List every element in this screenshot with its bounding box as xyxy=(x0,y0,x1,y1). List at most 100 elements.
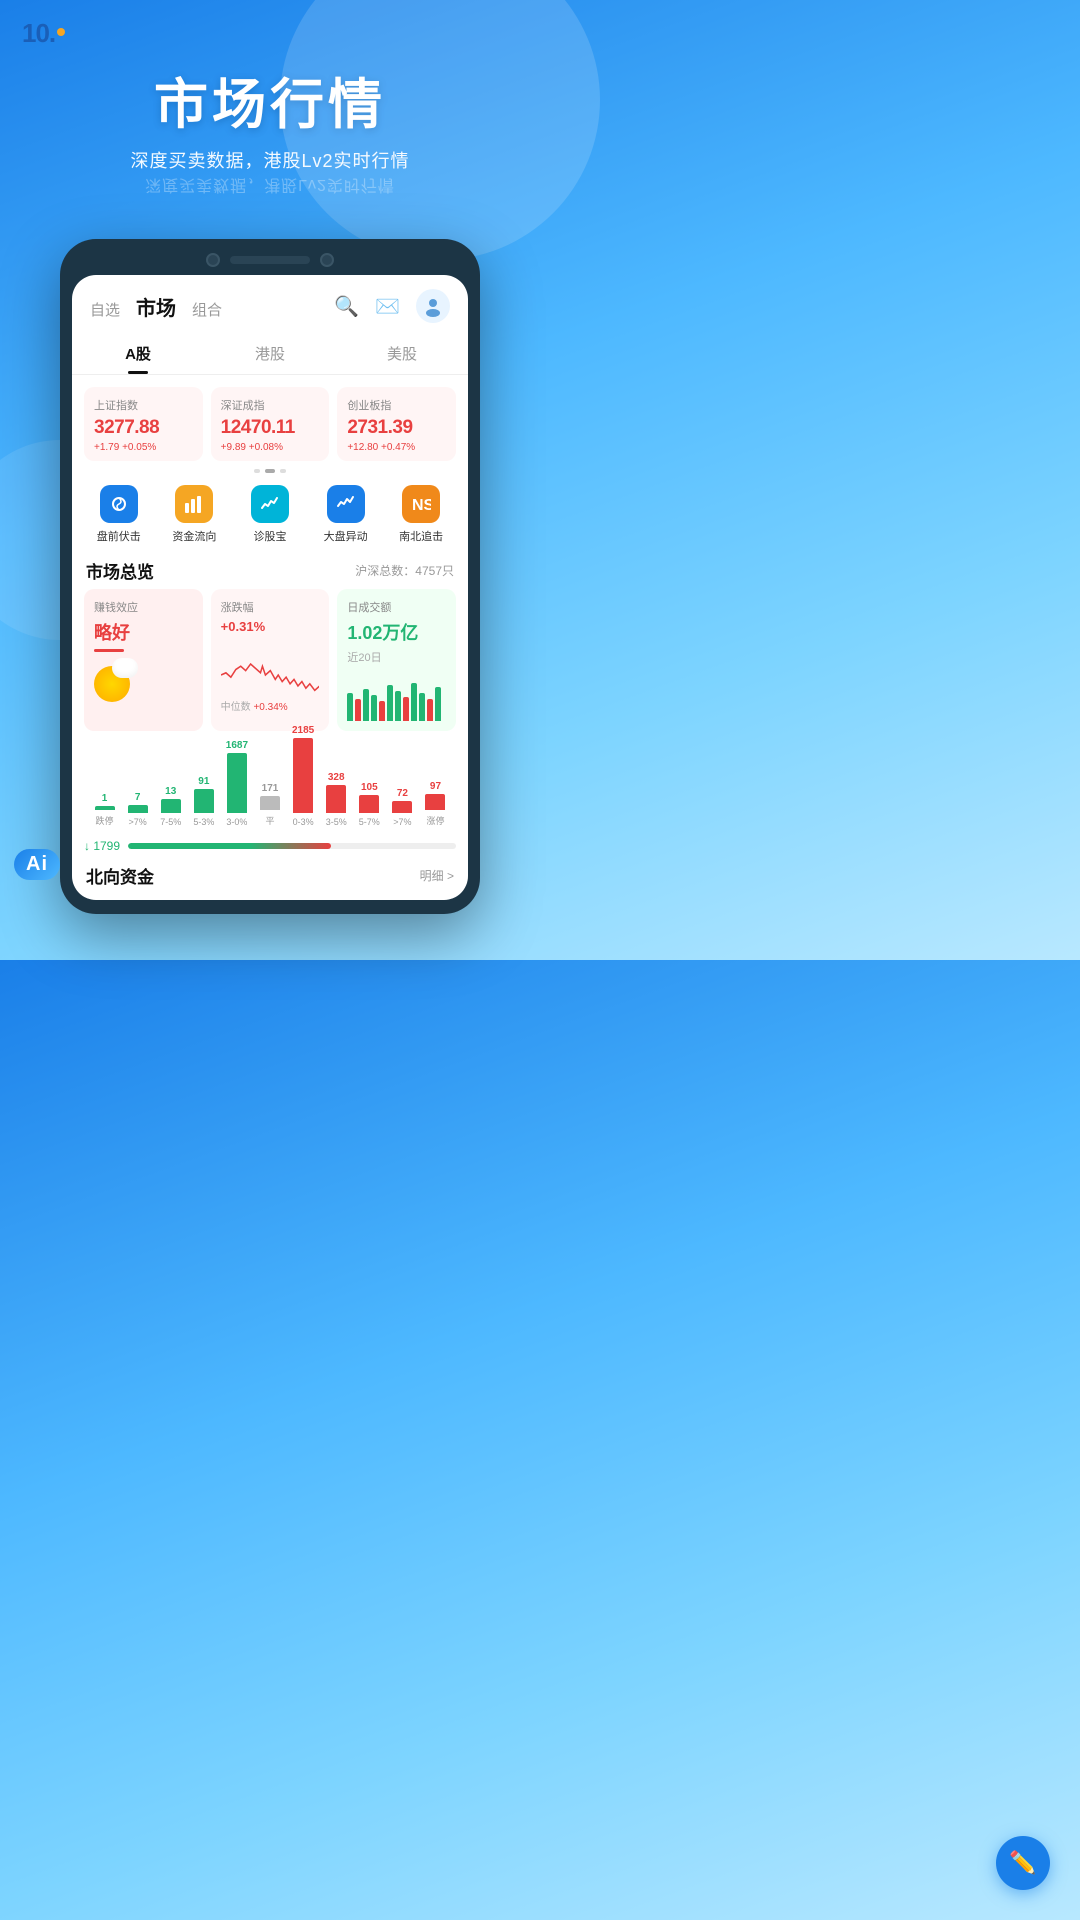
index-card-2[interactable]: 创业板指 2731.39 +12.80 +0.47% xyxy=(337,387,456,461)
dot-1 xyxy=(254,469,260,473)
fab-button[interactable]: ✏️ xyxy=(996,1836,1050,1890)
market-tabs: A股 港股 美股 xyxy=(72,333,468,375)
progress-down-value: ↓ 1799 xyxy=(84,839,120,853)
dist-num: 2185 xyxy=(292,725,314,736)
north-link[interactable]: 明细 > xyxy=(420,867,454,884)
qa-label-3: 大盘异动 xyxy=(324,528,368,544)
ov-card-volume-label: 日成交额 xyxy=(347,599,446,615)
index-value-1: 12470.11 xyxy=(221,417,320,439)
mini-line-chart xyxy=(221,642,320,697)
search-icon[interactable]: 🔍 xyxy=(334,294,359,319)
index-cards: 上证指数 3277.88 +1.79 +0.05% 深证成指 12470.11 … xyxy=(72,375,468,461)
index-name-0: 上证指数 xyxy=(94,397,193,413)
overview-cards: 赚钱效应 略好 涨跌幅 +0.31% xyxy=(72,589,468,739)
dist-num: 72 xyxy=(397,788,408,799)
dist-bar xyxy=(227,753,247,813)
qa-icon-2 xyxy=(251,485,289,523)
dist-bar xyxy=(392,801,412,813)
quick-actions: 盘前伏击 资金流向 xyxy=(72,477,468,548)
speaker-bar xyxy=(230,256,310,264)
qa-label-1: 资金流向 xyxy=(172,528,216,544)
dist-label: >7% xyxy=(129,817,147,827)
mail-icon[interactable]: ✉️ xyxy=(375,294,400,319)
dist-col: 1687 3-0% xyxy=(220,740,253,827)
qa-icon-3 xyxy=(327,485,365,523)
tab-watchlist[interactable]: 自选 xyxy=(90,299,120,320)
dist-label: >7% xyxy=(393,817,411,827)
ov-card-volume[interactable]: 日成交额 1.02万亿 近20日 xyxy=(337,589,456,731)
dist-num: 7 xyxy=(135,792,141,803)
dist-bar xyxy=(260,796,280,810)
dist-bar xyxy=(425,794,445,810)
header-icons: 🔍 ✉️ xyxy=(334,289,450,323)
dist-num: 1687 xyxy=(226,740,248,751)
dist-bar xyxy=(326,785,346,813)
index-value-0: 3277.88 xyxy=(94,417,193,439)
dist-num: 105 xyxy=(361,782,378,793)
ov-card-volume-sub: 近20日 xyxy=(347,649,446,665)
svg-text:NS: NS xyxy=(412,497,431,514)
tab-us-shares[interactable]: 美股 xyxy=(336,333,468,374)
progress-row: ↓ 1799 xyxy=(84,839,456,853)
index-value-2: 2731.39 xyxy=(347,417,446,439)
phone-screen: 自选 市场 组合 🔍 ✉️ A股 xyxy=(72,275,468,900)
dist-label: 7-5% xyxy=(160,817,181,827)
phone-notch xyxy=(72,253,468,267)
dist-bar xyxy=(359,795,379,813)
ov-card-mood-label: 赚钱效应 xyxy=(94,599,193,615)
avatar[interactable] xyxy=(416,289,450,323)
qa-label-2: 诊股宝 xyxy=(253,528,286,544)
index-change-2: +12.80 +0.47% xyxy=(347,442,446,453)
bar-chart-mini xyxy=(347,671,446,721)
dist-num: 171 xyxy=(262,783,279,794)
dist-col: 13 7-5% xyxy=(154,786,187,827)
dist-col: 171平 xyxy=(253,783,286,827)
nav-tabs-left: 自选 市场 组合 xyxy=(90,292,222,321)
dist-bars: 1跌停7>7%137-5%915-3%16873-0%171平21850-3%3… xyxy=(84,747,456,827)
progress-bar-fill xyxy=(128,843,331,849)
ov-card-mood[interactable]: 赚钱效应 略好 xyxy=(84,589,203,731)
qa-item-4[interactable]: NS 南北追击 xyxy=(386,485,456,544)
front-camera-right xyxy=(320,253,334,267)
dist-label: 3-5% xyxy=(326,817,347,827)
dist-col: 21850-3% xyxy=(287,725,320,827)
ov-card-change[interactable]: 涨跌幅 +0.31% 中位数 +0.34% xyxy=(211,589,330,731)
index-name-2: 创业板指 xyxy=(347,397,446,413)
north-title: 北向资金 xyxy=(86,863,154,888)
front-camera-left xyxy=(206,253,220,267)
version-badge: 10. xyxy=(22,18,65,49)
dist-bar xyxy=(128,805,148,813)
qa-icon-4: NS xyxy=(402,485,440,523)
dist-chart: 1跌停7>7%137-5%915-3%16873-0%171平21850-3%3… xyxy=(72,739,468,831)
north-section: 北向资金 明细 > xyxy=(72,855,468,892)
tab-hk-shares[interactable]: 港股 xyxy=(204,333,336,374)
version-dot xyxy=(57,28,65,36)
dist-label: 涨停 xyxy=(426,814,444,827)
dist-col: 72 >7% xyxy=(386,788,419,827)
section-header-overview: 市场总览 沪深总数：4757只 xyxy=(72,548,468,589)
hero-subtitle-mirror: 深度买卖数据，港股Lv2实时行情 xyxy=(0,175,540,199)
dist-label: 3-0% xyxy=(226,817,247,827)
index-change-1: +9.89 +0.08% xyxy=(221,442,320,453)
qa-item-2[interactable]: 诊股宝 xyxy=(235,485,305,544)
ai-badge[interactable]: Ai xyxy=(14,849,60,880)
tab-portfolio[interactable]: 组合 xyxy=(192,299,222,320)
ov-card-change-value: +0.31% xyxy=(221,619,320,634)
dist-num: 1 xyxy=(102,793,108,804)
dist-label: 跌停 xyxy=(96,814,114,827)
overview-total: 沪深总数：4757只 xyxy=(355,562,454,579)
dist-label: 5-7% xyxy=(359,817,380,827)
index-card-0[interactable]: 上证指数 3277.88 +1.79 +0.05% xyxy=(84,387,203,461)
weather-icon xyxy=(94,658,138,702)
app-header: 自选 市场 组合 🔍 ✉️ xyxy=(72,275,468,323)
qa-item-1[interactable]: 资金流向 xyxy=(160,485,230,544)
tab-market[interactable]: 市场 xyxy=(136,292,176,321)
qa-item-3[interactable]: 大盘异动 xyxy=(311,485,381,544)
index-card-1[interactable]: 深证成指 12470.11 +9.89 +0.08% xyxy=(211,387,330,461)
tab-a-shares[interactable]: A股 xyxy=(72,333,204,374)
qa-item-0[interactable]: 盘前伏击 xyxy=(84,485,154,544)
dist-num: 13 xyxy=(165,786,176,797)
dist-num: 97 xyxy=(430,781,441,792)
fab-icon: ✏️ xyxy=(1009,1850,1036,1876)
dot-3 xyxy=(280,469,286,473)
